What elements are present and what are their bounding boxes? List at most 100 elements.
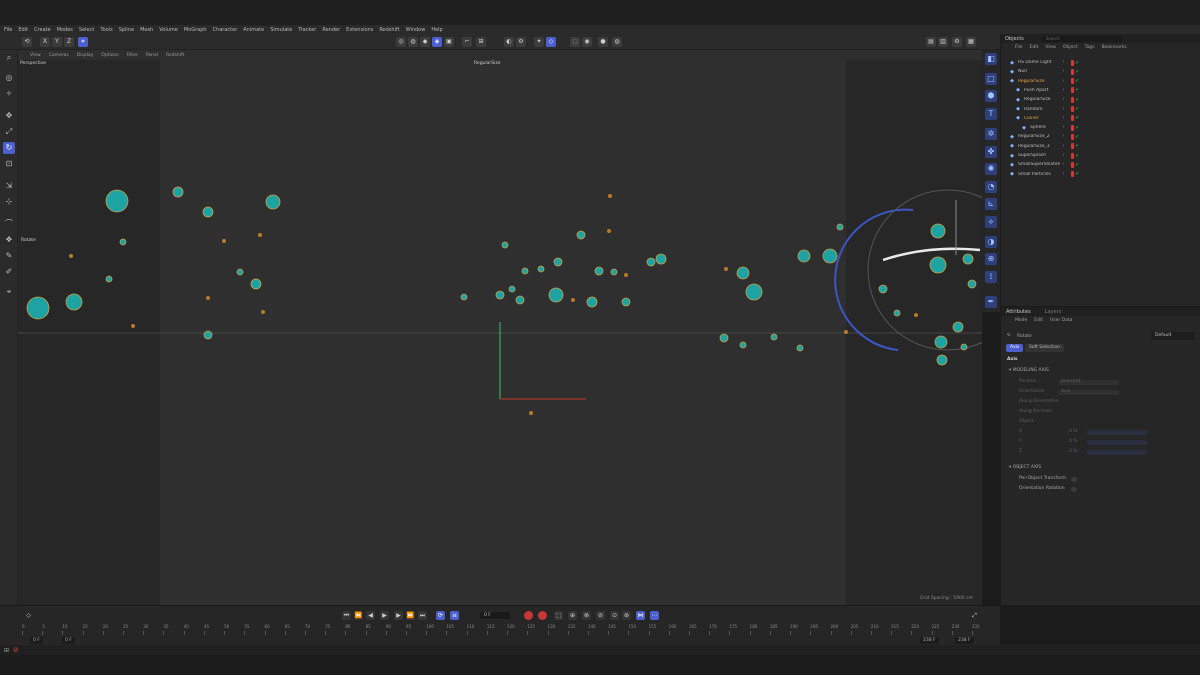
- viewport-menu-filter[interactable]: Filter: [127, 53, 138, 58]
- timeline-ruler[interactable]: 0 5 10 15 20 25 30 35 40 45 50 55 60 65 70 75 80 85 90 95 10…: [22, 623, 982, 636]
- objects-menu-object[interactable]: Object: [1063, 45, 1078, 50]
- tab-objects[interactable]: Objects: [1005, 36, 1024, 42]
- object-row[interactable]: ◆ SmallSuperVolatile ⁞ ✓: [1001, 160, 1200, 169]
- menu-item-redshift[interactable]: Redshift: [379, 27, 399, 33]
- cube-icon[interactable]: ◧: [985, 53, 997, 65]
- tab-soft-selection[interactable]: Soft Selection: [1025, 344, 1065, 352]
- object-row[interactable]: ◆ RegularSize_2 ⁞ ✓: [1001, 132, 1200, 141]
- paint-icon[interactable]: ❖: [3, 234, 15, 246]
- check-icon[interactable]: ✓: [1075, 60, 1079, 66]
- enable-toggle[interactable]: [1071, 68, 1074, 75]
- visibility-dots[interactable]: ⁞: [1063, 134, 1064, 139]
- scale-icon[interactable]: ⤢: [3, 126, 15, 138]
- visibility-dots[interactable]: ⁞: [1063, 125, 1064, 130]
- current-frame-field[interactable]: 0 F: [480, 612, 510, 619]
- enable-toggle[interactable]: [1071, 59, 1074, 66]
- visibility-dots[interactable]: ⁞: [1063, 144, 1064, 149]
- autokey-button[interactable]: [538, 611, 547, 620]
- check-icon[interactable]: ✓: [1075, 87, 1079, 93]
- preset-dropdown[interactable]: Default: [1151, 332, 1195, 340]
- play-button[interactable]: ▶: [380, 611, 389, 620]
- motion-clip-button[interactable]: ⋯: [650, 611, 659, 620]
- object-row[interactable]: ◆ Cloner ⁞ ✓: [1001, 114, 1200, 123]
- check-icon[interactable]: ✓: [1075, 97, 1079, 103]
- render-view-button[interactable]: ◐: [504, 37, 514, 47]
- check-icon[interactable]: ✓: [1075, 115, 1079, 121]
- enable-toggle[interactable]: [1071, 161, 1074, 168]
- key-param-button[interactable]: ⊙: [610, 611, 619, 620]
- pen-icon[interactable]: ✒: [985, 296, 997, 308]
- interpolation-button[interactable]: ⋈: [636, 611, 645, 620]
- edit-render-settings-button[interactable]: ⚙: [952, 37, 962, 47]
- check-icon[interactable]: ✓: [1075, 78, 1079, 84]
- menu-item-select[interactable]: Select: [79, 27, 94, 33]
- menu-item-tools[interactable]: Tools: [100, 27, 112, 33]
- expand-timeline-icon[interactable]: ⤢: [970, 611, 979, 620]
- next-frame-button[interactable]: ▶: [394, 611, 403, 620]
- key-position-button[interactable]: ⊕: [568, 611, 577, 620]
- z-slider[interactable]: [1087, 450, 1147, 455]
- object-row[interactable]: ◆ RegularSize ⁞ ✓: [1001, 77, 1200, 86]
- viewport-perspective[interactable]: Perspective RegularSize Rotate Grid Spac…: [18, 60, 982, 605]
- enable-toggle[interactable]: [1071, 143, 1074, 150]
- visibility-dots[interactable]: ⁞: [1063, 162, 1064, 167]
- key-scale-button[interactable]: ⊘: [596, 611, 605, 620]
- object-row[interactable]: ◆ SuperSplash ⁞ ✓: [1001, 151, 1200, 160]
- field-icon[interactable]: ⊾: [985, 198, 997, 210]
- menu-item-file[interactable]: File: [4, 27, 12, 33]
- visibility-dots[interactable]: ⁞: [1063, 107, 1064, 112]
- menu-item-edit[interactable]: Edit: [18, 27, 28, 33]
- selection-icon[interactable]: ◎: [3, 72, 15, 84]
- tag-icon[interactable]: ⟟: [985, 271, 997, 283]
- redshift-render-button[interactable]: ●: [598, 37, 608, 47]
- objects-menu-tags[interactable]: Tags: [1085, 45, 1095, 50]
- points-mode-button[interactable]: ◆: [420, 37, 430, 47]
- visibility-dots[interactable]: ⁞: [1063, 88, 1064, 93]
- snap-button[interactable]: ⌐: [462, 37, 472, 47]
- per-object-transform-toggle[interactable]: [1071, 477, 1077, 482]
- viewport-menu-redshift[interactable]: Redshift: [166, 53, 184, 58]
- render-settings-button[interactable]: ⚙: [516, 37, 526, 47]
- viewport-menu-cameras[interactable]: Cameras: [49, 53, 69, 58]
- visibility-dots[interactable]: ⁞: [1063, 97, 1064, 102]
- check-icon[interactable]: ✓: [1075, 153, 1079, 159]
- enable-toggle[interactable]: [1071, 152, 1074, 159]
- check-icon[interactable]: ✓: [1075, 69, 1079, 75]
- objects-menu-file[interactable]: File: [1015, 45, 1023, 50]
- camera-icon[interactable]: ◑: [985, 236, 997, 248]
- render-queue-button[interactable]: ▦: [966, 37, 976, 47]
- viewport-menu-display[interactable]: Display: [77, 53, 94, 58]
- redshift-ipr-button[interactable]: ◍: [612, 37, 622, 47]
- menu-item-mograph[interactable]: MoGraph: [184, 27, 207, 33]
- object-row[interactable]: ◆ RegularSize ⁞ ✓: [1001, 95, 1200, 104]
- keyframe-selection-button[interactable]: ⬚: [554, 611, 563, 620]
- start-preview-field[interactable]: 0 F: [62, 637, 75, 644]
- rotate-icon[interactable]: ↻: [3, 142, 15, 154]
- mograph-icon[interactable]: ✤: [985, 146, 997, 158]
- check-icon[interactable]: ✓: [1075, 106, 1079, 112]
- object-row[interactable]: ◆ RS Dome Light ⁞ ✓: [1001, 58, 1200, 67]
- loop-button[interactable]: ⟳: [436, 611, 445, 620]
- playback-rate-button[interactable]: ≡: [450, 611, 459, 620]
- render-picture-viewer-button[interactable]: ▤: [926, 37, 936, 47]
- object-row[interactable]: ◆ Sphere ⁞ ✓: [1001, 123, 1200, 132]
- object-row[interactable]: ◆ RegularSize_3 ⁞ ✓: [1001, 142, 1200, 151]
- next-key-button[interactable]: ⏩: [406, 611, 415, 620]
- check-icon[interactable]: ✓: [1075, 162, 1079, 168]
- objects-menu-bookmarks[interactable]: Bookmarks: [1102, 45, 1127, 50]
- ipr-button[interactable]: ◉: [582, 37, 592, 47]
- check-icon[interactable]: ✓: [1075, 125, 1079, 131]
- attributes-menu-mode[interactable]: Mode: [1015, 318, 1027, 323]
- attributes-menu-user-data[interactable]: User Data: [1050, 318, 1072, 323]
- viewport-menu-panel[interactable]: Panel: [146, 53, 158, 58]
- enable-toggle[interactable]: [1071, 87, 1074, 94]
- tab-attributes[interactable]: Attributes: [1006, 309, 1031, 315]
- objects-search-input[interactable]: Search: [1041, 35, 1122, 42]
- menu-item-animate[interactable]: Animate: [243, 27, 264, 33]
- menu-item-volume[interactable]: Volume: [159, 27, 178, 33]
- tab-axis[interactable]: Axis: [1006, 344, 1024, 352]
- viewport-menu-options[interactable]: Options: [101, 53, 118, 58]
- generator-icon[interactable]: ✲: [985, 128, 997, 140]
- enable-toggle[interactable]: [1071, 133, 1074, 140]
- object-row[interactable]: ◆ Null ⁞ ✓: [1001, 67, 1200, 76]
